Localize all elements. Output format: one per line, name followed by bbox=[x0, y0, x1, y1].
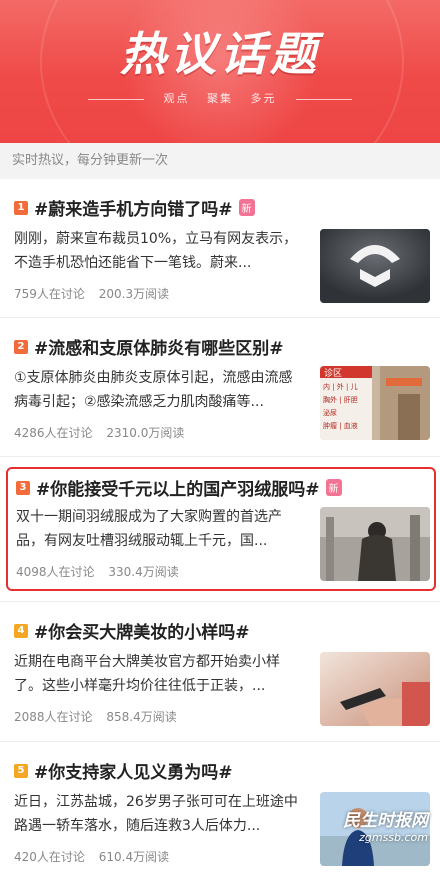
watermark-url: zgmssb.com bbox=[359, 831, 428, 844]
discuss-count: 2088人在讨论 bbox=[14, 710, 93, 724]
discuss-count: 420人在讨论 bbox=[14, 850, 85, 864]
read-count: 858.4万阅读 bbox=[106, 710, 177, 724]
discuss-count: 4098人在讨论 bbox=[16, 565, 95, 579]
read-count: 330.4万阅读 bbox=[108, 565, 179, 579]
nio-logo-photo[interactable] bbox=[320, 229, 430, 303]
topic-stats: 4286人在讨论 2310.0万阅读 bbox=[14, 424, 184, 441]
hospital-sign-label: 泌尿 bbox=[323, 408, 337, 417]
topic-stats: 420人在讨论 610.4万阅读 bbox=[14, 848, 169, 865]
down-jacket-photo[interactable] bbox=[320, 507, 430, 581]
topic-stats: 2088人在讨论 858.4万阅读 bbox=[14, 708, 177, 725]
hospital-sign-label: 肿瘤 | 血液 bbox=[323, 421, 358, 430]
update-notice: 实时热议，每分钟更新一次 bbox=[0, 143, 440, 179]
new-badge: 新 bbox=[238, 199, 255, 216]
topic-stats: 4098人在讨论 330.4万阅读 bbox=[16, 563, 179, 580]
new-badge: 新 bbox=[325, 479, 342, 496]
topic-description: 刚刚，蔚来宣布裁员10%，立马有网友表示，不造手机恐怕还能省下一笔钱。蔚来... bbox=[14, 231, 298, 271]
hospital-sign-label: 内 | 外 | 儿 bbox=[323, 382, 358, 391]
watermark-title: 民生时报网 bbox=[343, 811, 428, 831]
site-watermark: 民生时报网 zgmssb.com bbox=[343, 806, 428, 844]
topic-title[interactable]: #流感和支原体肺炎有哪些区别# bbox=[34, 334, 284, 359]
phone-hand-photo[interactable] bbox=[320, 652, 430, 726]
topic-title[interactable]: #你能接受千元以上的国产羽绒服吗# 新 bbox=[36, 475, 342, 500]
banner-title: 热议话题 bbox=[120, 27, 320, 81]
topic-description: 近日，江苏盐城，26岁男子张可可在上班途中路遇一轿车落水，随后连救3人后体力..… bbox=[14, 794, 298, 834]
rank-badge: 4 bbox=[14, 624, 28, 638]
topic-item-3[interactable]: 3 #你能接受千元以上的国产羽绒服吗# 新 双十一期间羽绒服成为了大家购置的首选产… bbox=[6, 467, 436, 591]
topic-description: 近期在电商平台大牌美妆官方都开始卖小样了。这些小样毫升均价往往低于正装，... bbox=[14, 654, 280, 694]
topic-item-2[interactable]: 2 #流感和支原体肺炎有哪些区别# ①支原体肺炎由肺炎支原体引起，流感由流感病毒… bbox=[0, 318, 440, 457]
hospital-sign-photo[interactable]: 诊区 内 | 外 | 儿 胸外 | 肝胆 泌尿 肿瘤 | 血液 bbox=[320, 366, 430, 440]
discuss-count: 4286人在讨论 bbox=[14, 426, 93, 440]
rank-badge: 5 bbox=[14, 764, 28, 778]
rank-badge: 1 bbox=[14, 201, 28, 215]
hospital-sign-label: 诊区 bbox=[324, 367, 342, 379]
banner-subtitle: 观点 聚集 多元 bbox=[0, 90, 440, 106]
topic-stats: 759人在讨论 200.3万阅读 bbox=[14, 285, 169, 302]
read-count: 2310.0万阅读 bbox=[106, 426, 185, 440]
topic-description: ①支原体肺炎由肺炎支原体引起，流感由流感病毒引起；②感染流感乏力肌肉酸痛等... bbox=[14, 370, 293, 410]
banner-sub-word: 多元 bbox=[250, 92, 277, 105]
read-count: 610.4万阅读 bbox=[98, 850, 170, 864]
topic-item-1[interactable]: 1 #蔚来造手机方向错了吗# 新 刚刚，蔚来宣布裁员10%，立马有网友表示，不造手… bbox=[0, 179, 440, 318]
rank-badge: 3 bbox=[16, 481, 30, 495]
topic-title[interactable]: #蔚来造手机方向错了吗# 新 bbox=[34, 195, 255, 220]
hot-topics-banner: 热议话题 观点 聚集 多元 bbox=[0, 0, 440, 143]
topic-item-4[interactable]: 4 #你会买大牌美妆的小样吗# 近期在电商平台大牌美妆官方都开始卖小样了。这些小… bbox=[0, 602, 440, 742]
topic-description: 双十一期间羽绒服成为了大家购置的首选产品，有网友吐槽羽绒服动辄上千元，国... bbox=[16, 509, 282, 549]
read-count: 200.3万阅读 bbox=[98, 287, 170, 301]
discuss-count: 759人在讨论 bbox=[14, 287, 85, 301]
rank-badge: 2 bbox=[14, 340, 28, 354]
banner-sub-word: 观点 bbox=[163, 92, 190, 105]
banner-sub-word: 聚集 bbox=[207, 92, 233, 105]
topic-title[interactable]: #你会买大牌美妆的小样吗# bbox=[34, 618, 250, 643]
hospital-sign-label: 胸外 | 肝胆 bbox=[323, 395, 358, 404]
topic-title[interactable]: #你支持家人见义勇为吗# bbox=[34, 758, 233, 783]
